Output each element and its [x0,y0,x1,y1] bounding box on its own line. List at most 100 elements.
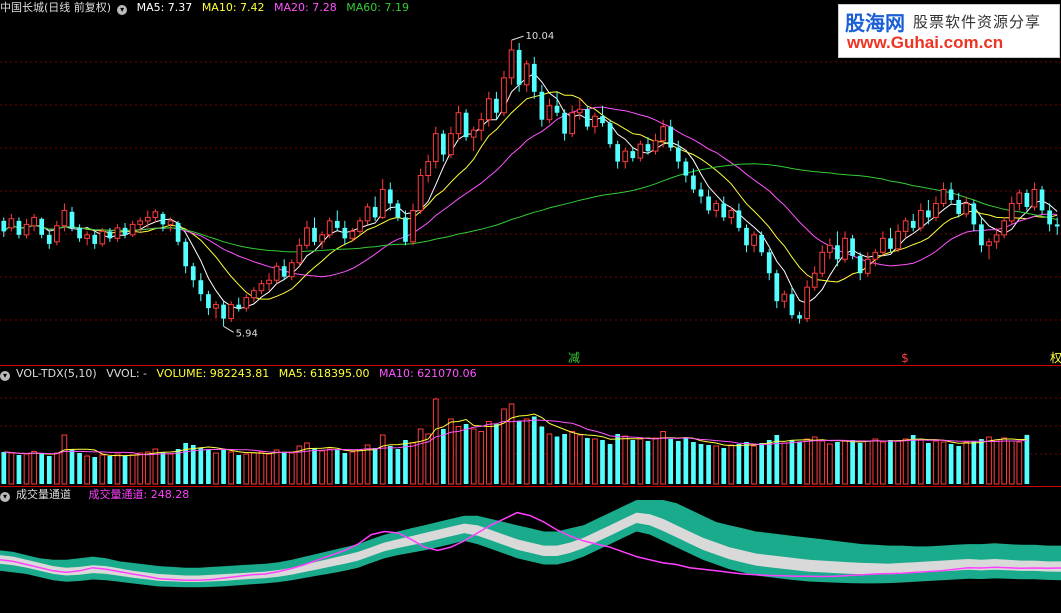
volume-bar-up [652,437,659,485]
volume-bar-up [751,445,757,485]
candle-body-up [523,63,530,86]
candle-body-down [16,220,22,235]
candle-body-up [569,112,576,135]
volume-bar-down [948,444,954,484]
candle-body-down [835,245,840,260]
volume-bar-up [523,418,530,485]
volume-bar-up [811,436,818,485]
volume-bar-up [288,452,295,485]
candle-body-up [425,161,432,177]
candle-body-up [84,234,91,239]
candle-body-up [251,290,257,299]
volume-bar-down [281,452,287,484]
volume-bar-up [902,438,909,485]
volume-bar-down [766,440,772,484]
candle-body-up [963,202,970,215]
candle-body-down [206,294,211,309]
volume-bar-up [273,449,280,485]
volume-bar-up [478,431,485,485]
candle-body-down [516,49,522,85]
candle-body-up [781,293,788,302]
candle-body-up [1001,220,1008,236]
volume-bar-down [494,424,499,484]
volume-bar-up [114,453,121,485]
candle-body-down [615,144,621,162]
candle-body-up [622,150,629,163]
volume-bar-up [819,440,826,485]
candle-body-down [39,218,45,235]
candle-body-down [531,63,537,92]
volume-bar-down [706,445,711,484]
volume-bar-down [77,453,82,484]
panel-separator [0,486,1061,487]
candle-body-up [819,251,826,274]
dropdown-icon[interactable]: ▾ [0,492,10,502]
candle-body-down [494,98,499,113]
candle-body-down [463,112,469,138]
vol-name-label: VOL-TDX(5,10) [16,367,97,380]
volume-bar-down [372,448,378,484]
candle-body-down [183,241,189,267]
volume-bar-down [759,443,764,484]
volume-bar-down [440,429,446,484]
volume-bar-down [926,443,931,484]
volume-bar-up [827,443,833,485]
candle-body-down [190,266,196,281]
volume-bar-down [668,439,674,484]
candle-body-down [888,238,893,249]
volume-bar-down [160,452,166,484]
reduce-marker: 减 [568,351,580,365]
volume-bar-up [660,431,666,485]
volume-bar-down [387,446,393,484]
candle-body-up [872,251,879,260]
volume-bar-up [917,439,924,485]
candle-body-down [979,224,984,246]
candle-body-up [326,220,333,236]
volume-bar-down [554,436,560,484]
volume-bar-up [872,438,879,485]
candle-body-up [114,227,121,239]
candle-body-up [917,209,924,229]
candle-body-up [410,209,416,243]
volume-bar-up [84,455,91,485]
candle-body-up [1031,188,1038,208]
dropdown-icon[interactable]: ▾ [0,371,10,381]
candle-body-down [69,211,75,228]
volume-bar-down [675,441,681,484]
candle-body-up [827,244,833,253]
volume-bar-down [221,449,226,484]
volume-bars[interactable] [1,398,1030,485]
volume-bar-down [531,416,537,484]
volume-bar-down [645,441,651,484]
volume-bar-down [395,449,401,484]
dividend-marker: $ [901,351,909,365]
candle-body-down [440,133,446,155]
volume-bar-up [357,449,363,485]
candle-body-up [448,133,454,156]
volume-bar-up [485,421,492,485]
volume-bar-up [1008,440,1015,485]
volume-bar-down [979,439,984,484]
candle-body-up [501,77,507,114]
volume-bar-down [956,446,962,484]
volume-bar-up [258,451,265,485]
volume-bar-up [986,436,992,485]
candle-body-down [645,144,651,152]
candle-body-down [387,189,393,204]
candle-body-up [357,220,363,232]
candle-body-down [600,116,605,124]
candle-body-up [842,237,848,260]
volume-bar-down [198,448,204,484]
candle-body-up [993,234,1000,243]
volume-bar-down [46,456,52,484]
dropdown-icon[interactable]: ▾ [117,5,128,15]
volume-bar-up [728,444,735,485]
candle-body-up [895,230,901,250]
low-price-label: 5.94 [236,328,258,339]
candle-body-down [1,220,7,232]
volume-bar-up [1001,437,1008,485]
candle-body-up [417,175,424,211]
volume-bar-up [622,435,629,485]
volume-bar-down [736,444,742,484]
candle-body-up [470,129,477,138]
